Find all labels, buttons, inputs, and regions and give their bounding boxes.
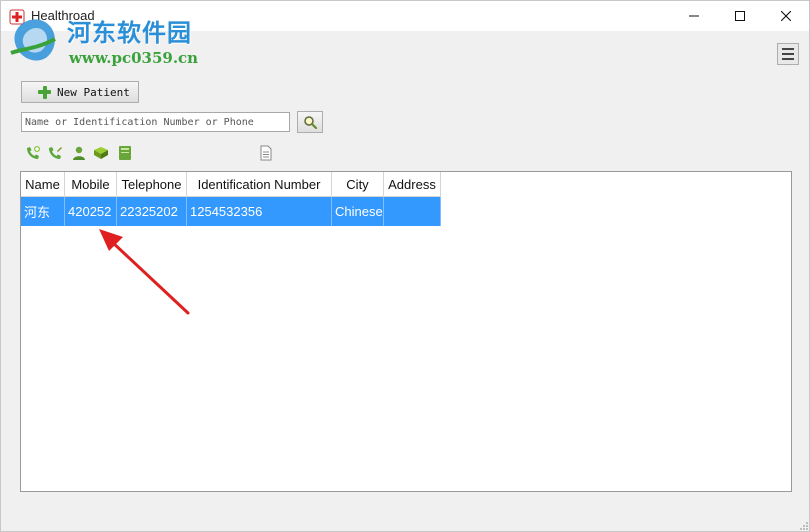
table-row[interactable]: 河东 420252 22325202 1254532356 Chinese bbox=[21, 197, 441, 226]
minimize-icon bbox=[689, 15, 699, 17]
plus-icon bbox=[38, 85, 51, 99]
resize-grip-icon[interactable] bbox=[799, 521, 809, 531]
menu-icon-line bbox=[782, 58, 794, 60]
menu-button[interactable] bbox=[777, 43, 799, 65]
search-icon bbox=[304, 116, 317, 129]
window-title: Healthroad bbox=[31, 8, 95, 23]
column-header-city[interactable]: City bbox=[332, 172, 384, 197]
cell-name[interactable]: 河东 bbox=[21, 197, 65, 226]
cell-mobile[interactable]: 420252 bbox=[65, 197, 117, 226]
cell-identification-number[interactable]: 1254532356 bbox=[187, 197, 332, 226]
watermark-url: www.pc0359.cn bbox=[69, 49, 199, 67]
column-header-mobile[interactable]: Mobile bbox=[65, 172, 117, 197]
cell-city[interactable]: Chinese bbox=[332, 197, 384, 226]
column-header-name[interactable]: Name bbox=[21, 172, 65, 197]
cell-address[interactable] bbox=[384, 197, 441, 226]
search-button[interactable] bbox=[297, 111, 323, 133]
menu-icon-line bbox=[782, 53, 794, 55]
column-header-telephone[interactable]: Telephone bbox=[117, 172, 187, 197]
maximize-icon bbox=[735, 11, 745, 21]
search-input[interactable] bbox=[21, 112, 290, 132]
minimize-button[interactable] bbox=[671, 1, 717, 31]
call-edit-icon[interactable] bbox=[47, 145, 63, 161]
notebook-icon[interactable] bbox=[117, 145, 133, 161]
app-window: Healthroad 河东软件园 www.pc0359.cn New Patie… bbox=[0, 0, 810, 532]
close-button[interactable] bbox=[763, 1, 809, 31]
column-header-address[interactable]: Address bbox=[384, 172, 441, 197]
call-add-icon[interactable] bbox=[25, 145, 41, 161]
title-bar[interactable]: Healthroad bbox=[1, 1, 809, 31]
user-icon[interactable] bbox=[71, 145, 87, 161]
column-header-identification-number[interactable]: Identification Number bbox=[187, 172, 332, 197]
book-icon[interactable] bbox=[93, 145, 109, 161]
app-icon bbox=[9, 9, 25, 25]
menu-icon-line bbox=[782, 48, 794, 50]
table-header: Name Mobile Telephone Identification Num… bbox=[21, 172, 441, 197]
document-icon[interactable] bbox=[258, 145, 274, 161]
new-patient-label: New Patient bbox=[57, 85, 130, 99]
maximize-button[interactable] bbox=[717, 1, 763, 31]
cell-telephone[interactable]: 22325202 bbox=[117, 197, 187, 226]
patient-table[interactable]: Name Mobile Telephone Identification Num… bbox=[20, 171, 792, 492]
close-icon bbox=[781, 11, 791, 21]
new-patient-button[interactable]: New Patient bbox=[21, 81, 139, 103]
